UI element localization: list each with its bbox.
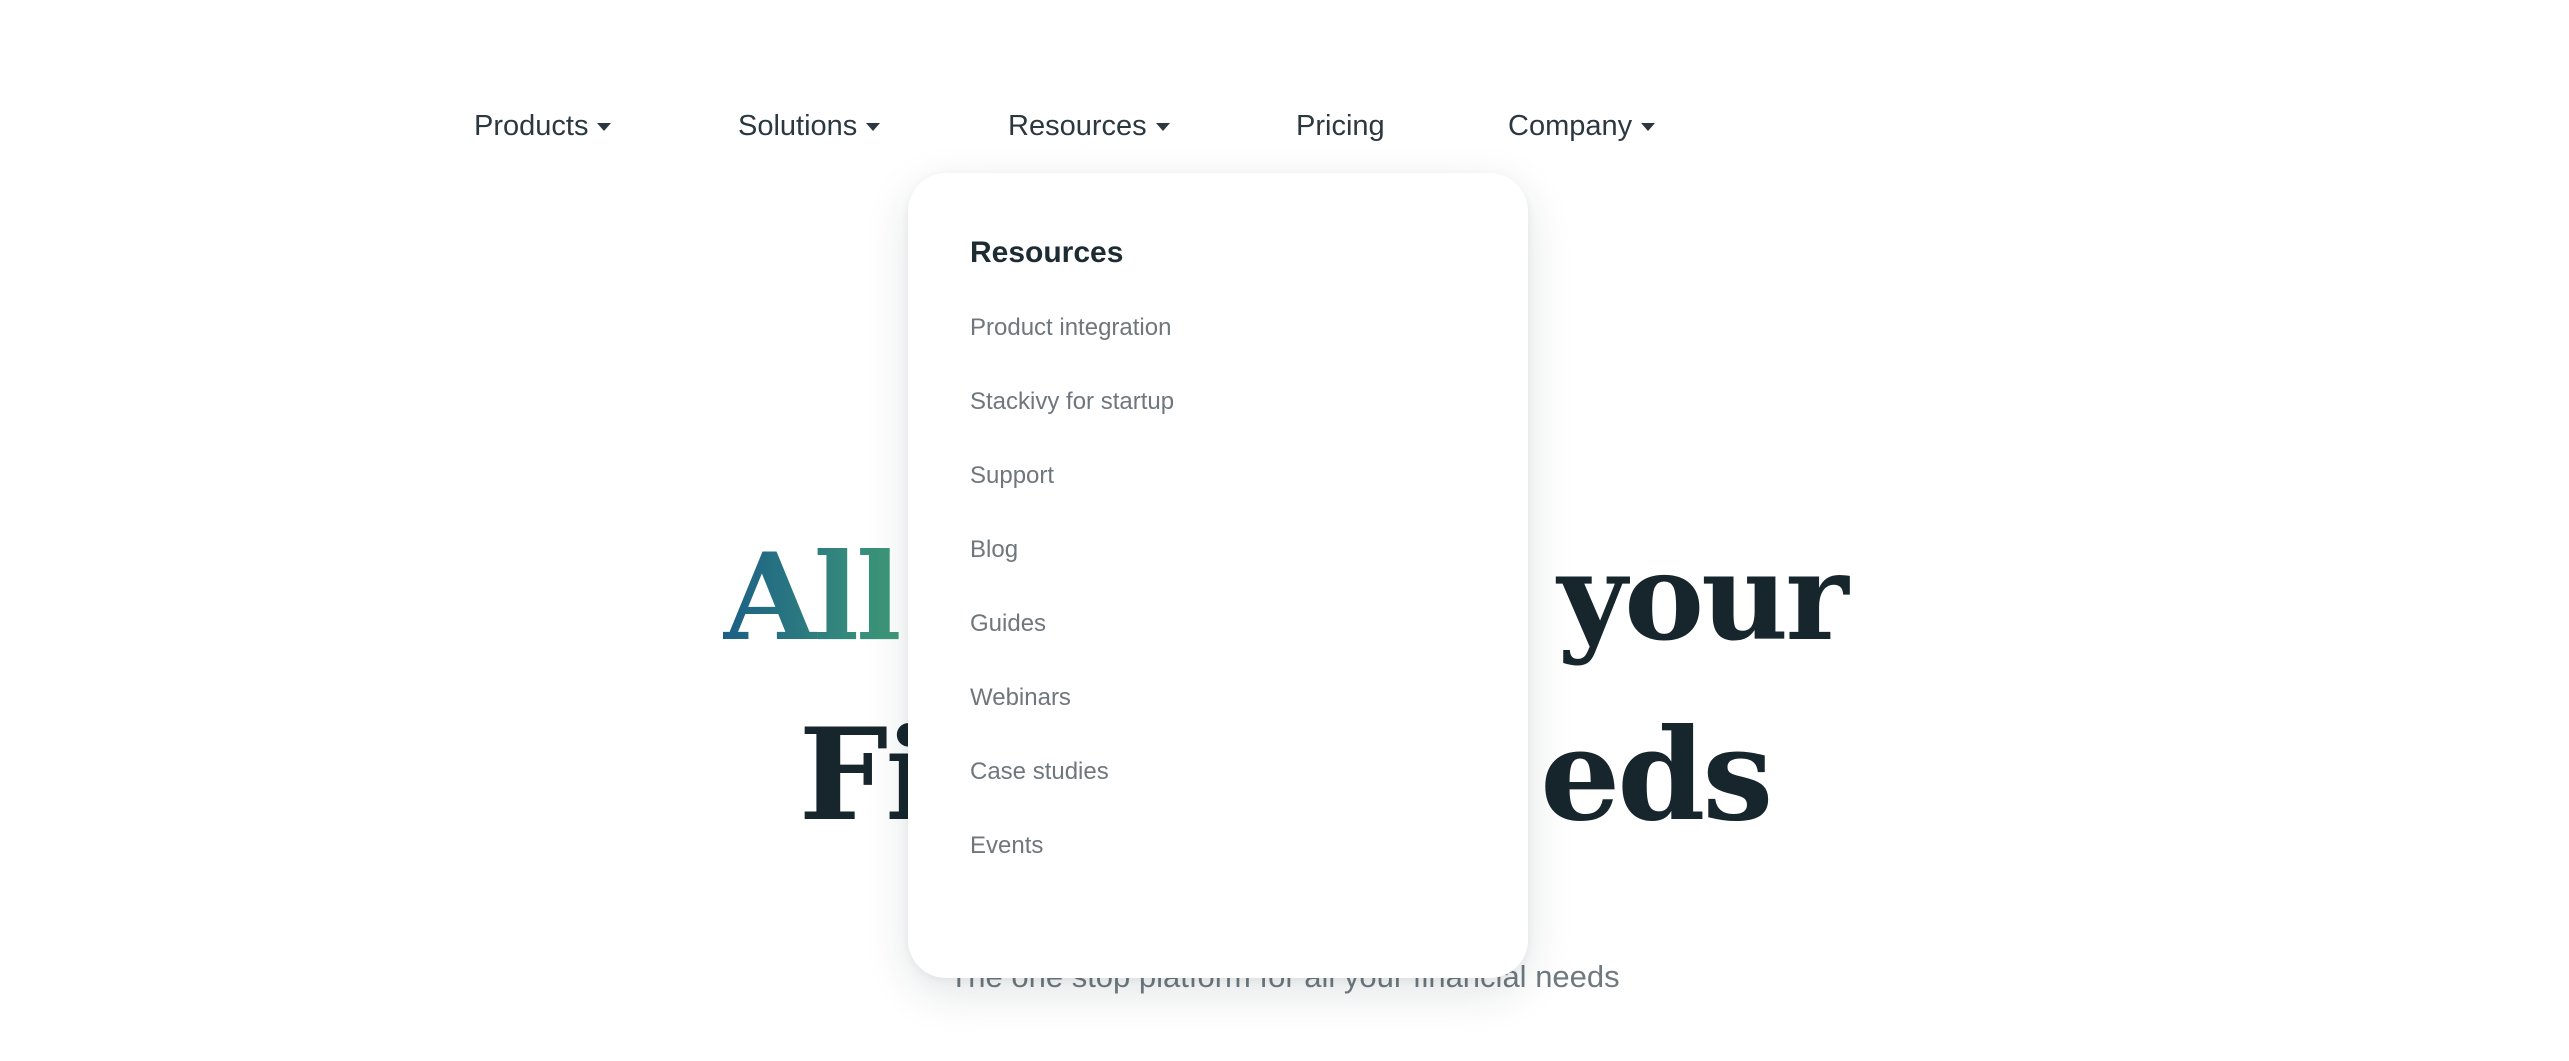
- resources-dropdown-menu: Resources Product integration Stackivy f…: [908, 173, 1528, 978]
- hero-title-line-1-rest: your: [1518, 527, 1848, 668]
- dropdown-item-webinars[interactable]: Webinars: [970, 683, 1071, 713]
- nav-pricing[interactable]: Pricing: [1296, 106, 1385, 146]
- nav-solutions[interactable]: Solutions: [738, 106, 881, 146]
- dropdown-item-stackivy-for-startup[interactable]: Stackivy for startup: [970, 387, 1174, 417]
- nav-company-label: Company: [1508, 110, 1633, 142]
- chevron-down-icon: [1155, 123, 1170, 131]
- chevron-down-icon: [597, 123, 612, 131]
- chevron-down-icon: [866, 123, 881, 131]
- dropdown-item-support[interactable]: Support: [970, 461, 1054, 491]
- nav-products[interactable]: Products: [474, 106, 612, 146]
- dropdown-item-case-studies[interactable]: Case studies: [970, 757, 1109, 787]
- dropdown-title: Resources: [970, 236, 1124, 269]
- hero-accent-word: All: [723, 527, 901, 668]
- nav-company[interactable]: Company: [1508, 106, 1656, 146]
- nav-resources-label: Resources: [1008, 110, 1147, 142]
- nav-resources[interactable]: Resources: [1008, 106, 1170, 146]
- hero-title-line-2-end: eds: [1540, 701, 1773, 849]
- chevron-down-icon: [1641, 123, 1656, 131]
- dropdown-item-events[interactable]: Events: [970, 831, 1043, 861]
- nav-pricing-label: Pricing: [1296, 110, 1385, 142]
- nav-solutions-label: Solutions: [738, 110, 858, 142]
- dropdown-item-product-integration[interactable]: Product integration: [970, 313, 1171, 343]
- dropdown-item-guides[interactable]: Guides: [970, 609, 1046, 639]
- nav-products-label: Products: [474, 110, 589, 142]
- dropdown-item-blog[interactable]: Blog: [970, 535, 1018, 565]
- top-navigation: Products Solutions Resources Pricing Com…: [0, 106, 2569, 146]
- hero-subtitle-end: needs: [1526, 959, 1620, 994]
